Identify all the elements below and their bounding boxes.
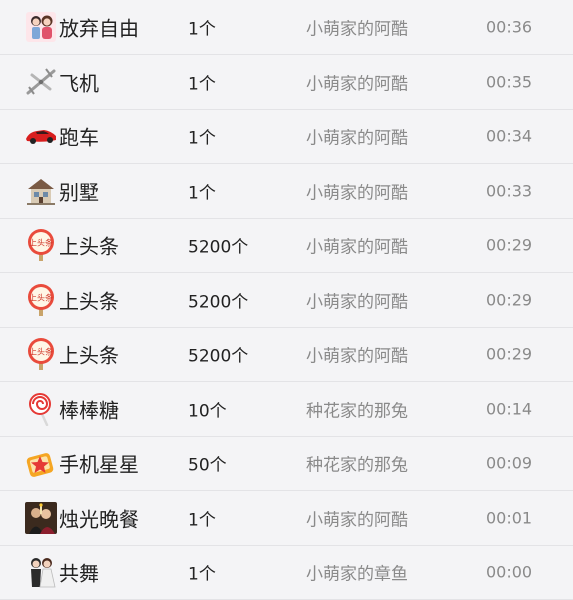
gift-name: 飞机 bbox=[59, 67, 99, 96]
sender-name[interactable]: 小萌家的阿酷 bbox=[306, 15, 408, 40]
gift-name: 上头条 bbox=[59, 231, 119, 260]
gift-name: 上头条 bbox=[59, 340, 119, 369]
sender-name[interactable]: 小萌家的阿酷 bbox=[306, 342, 408, 367]
headline-sign-icon: 上头条 bbox=[24, 283, 58, 317]
list-item: 共舞 1个 小萌家的章鱼 00:00 bbox=[0, 546, 573, 600]
lollipop-icon bbox=[24, 392, 58, 426]
sender-name[interactable]: 种花家的那兔 bbox=[306, 396, 408, 421]
gift-quantity: 1个 bbox=[188, 505, 216, 530]
headline-sign-icon: 上头条 bbox=[24, 228, 58, 262]
sender-name[interactable]: 种花家的那兔 bbox=[306, 451, 408, 476]
gift-name: 别墅 bbox=[59, 176, 99, 205]
list-item: 手机星星 50个 种花家的那兔 00:09 bbox=[0, 437, 573, 492]
gift-quantity: 10个 bbox=[188, 396, 227, 421]
svg-text:上头条: 上头条 bbox=[29, 238, 53, 248]
list-item: 上头条 上头条 5200个 小萌家的阿酷 00:29 bbox=[0, 219, 573, 274]
timestamp: 00:00 bbox=[486, 563, 532, 582]
airplane-icon bbox=[24, 65, 58, 99]
villa-icon bbox=[24, 174, 58, 208]
list-item: 上头条 上头条 5200个 小萌家的阿酷 00:29 bbox=[0, 273, 573, 328]
svg-text:上头条: 上头条 bbox=[29, 292, 53, 302]
gift-name: 烛光晚餐 bbox=[59, 503, 139, 532]
gift-name: 共舞 bbox=[59, 558, 99, 587]
timestamp: 00:29 bbox=[486, 236, 532, 255]
sender-name[interactable]: 小萌家的阿酷 bbox=[306, 505, 408, 530]
phone-star-icon bbox=[24, 446, 58, 480]
gift-quantity: 1个 bbox=[188, 124, 216, 149]
sender-name[interactable]: 小萌家的阿酷 bbox=[306, 124, 408, 149]
sender-name[interactable]: 小萌家的阿酷 bbox=[306, 69, 408, 94]
timestamp: 00:01 bbox=[486, 508, 532, 527]
list-item: 上头条 上头条 5200个 小萌家的阿酷 00:29 bbox=[0, 328, 573, 383]
gift-quantity: 1个 bbox=[188, 560, 216, 585]
list-item: 飞机 1个 小萌家的阿酷 00:35 bbox=[0, 55, 573, 110]
timestamp: 00:14 bbox=[486, 399, 532, 418]
list-item: 跑车 1个 小萌家的阿酷 00:34 bbox=[0, 110, 573, 165]
gift-quantity: 5200个 bbox=[188, 342, 248, 367]
headline-sign-icon: 上头条 bbox=[24, 337, 58, 371]
timestamp: 00:09 bbox=[486, 454, 532, 473]
dance-couple-icon bbox=[24, 555, 58, 589]
list-item: 别墅 1个 小萌家的阿酷 00:33 bbox=[0, 164, 573, 219]
gift-quantity: 1个 bbox=[188, 69, 216, 94]
gift-quantity: 5200个 bbox=[188, 233, 248, 258]
gift-name: 跑车 bbox=[59, 122, 99, 151]
gift-name: 手机星星 bbox=[59, 449, 139, 478]
list-item: 烛光晚餐 1个 小萌家的阿酷 00:01 bbox=[0, 491, 573, 546]
couple-icon bbox=[24, 10, 58, 44]
gift-quantity: 1个 bbox=[188, 15, 216, 40]
gift-name: 放弃自由 bbox=[59, 13, 139, 42]
gift-name: 棒棒糖 bbox=[59, 394, 119, 423]
svg-text:上头条: 上头条 bbox=[29, 347, 53, 357]
gift-name: 上头条 bbox=[59, 285, 119, 314]
timestamp: 00:33 bbox=[486, 181, 532, 200]
timestamp: 00:35 bbox=[486, 72, 532, 91]
sender-name[interactable]: 小萌家的阿酷 bbox=[306, 233, 408, 258]
sports-car-icon bbox=[24, 119, 58, 153]
gift-list: 放弃自由 1个 小萌家的阿酷 00:36 飞机 1个 小萌家的阿酷 00:35 bbox=[0, 0, 573, 593]
list-item: 放弃自由 1个 小萌家的阿酷 00:36 bbox=[0, 0, 573, 55]
timestamp: 00:29 bbox=[486, 345, 532, 364]
sender-name[interactable]: 小萌家的阿酷 bbox=[306, 178, 408, 203]
sender-name[interactable]: 小萌家的阿酷 bbox=[306, 287, 408, 312]
list-item: 棒棒糖 10个 种花家的那兔 00:14 bbox=[0, 382, 573, 437]
gift-quantity: 1个 bbox=[188, 178, 216, 203]
timestamp: 00:36 bbox=[486, 18, 532, 37]
gift-quantity: 50个 bbox=[188, 451, 227, 476]
candle-dinner-icon bbox=[24, 501, 58, 535]
timestamp: 00:34 bbox=[486, 127, 532, 146]
timestamp: 00:29 bbox=[486, 290, 532, 309]
gift-quantity: 5200个 bbox=[188, 287, 248, 312]
sender-name[interactable]: 小萌家的章鱼 bbox=[306, 560, 408, 585]
